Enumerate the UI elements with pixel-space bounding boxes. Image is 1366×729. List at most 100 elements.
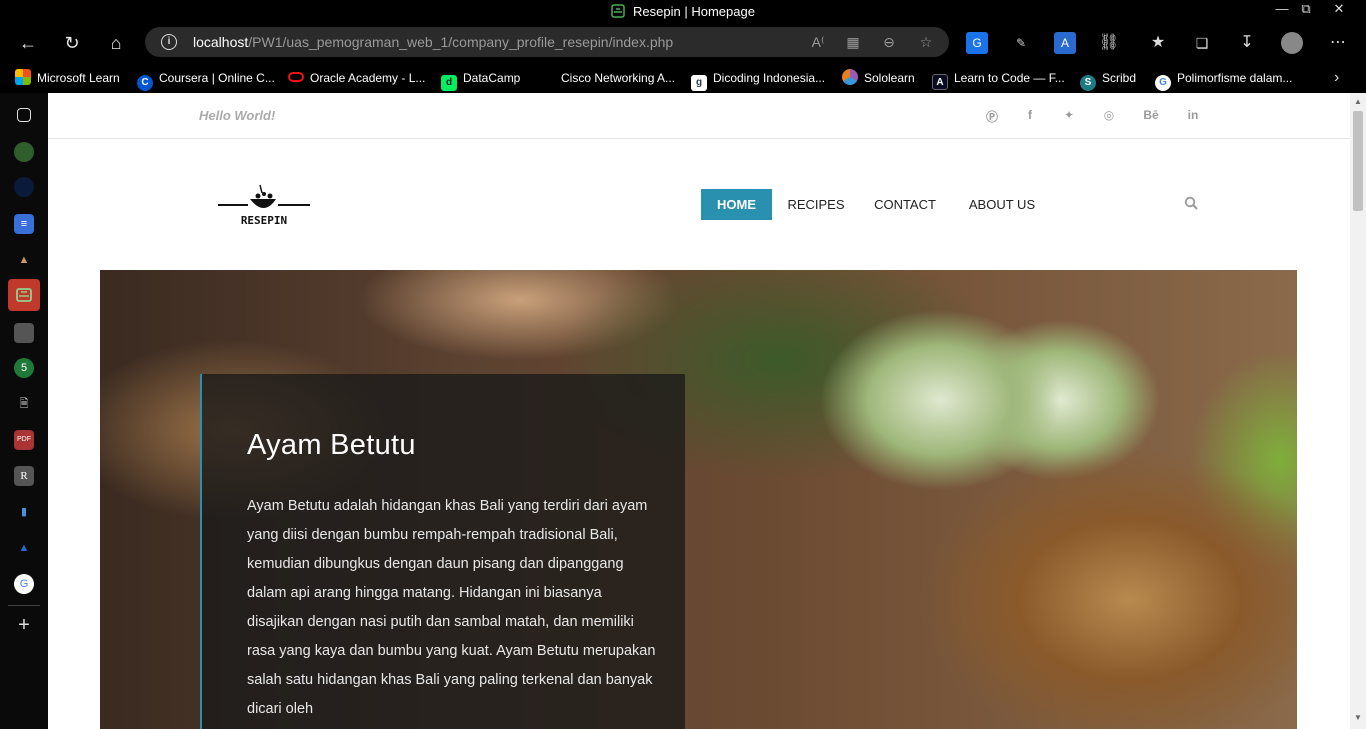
read-aloud-icon[interactable]: A⁽ [807,32,829,54]
docs-app-icon[interactable]: ≡ [14,214,34,234]
sidebar-app-icon[interactable]: R [14,466,34,486]
bookmark-label: Learn to Code — F... [954,71,1065,85]
sidebar-app-icon[interactable]: ▲ [14,250,34,270]
sidebar-app-icon[interactable] [14,142,34,162]
url-path: /PW1/uas_pemograman_web_1/company_profil… [248,34,674,50]
bookmark-item[interactable]: C Coursera | Online C... [137,67,275,91]
site-tagline: Hello World! [199,108,276,123]
add-favorite-icon[interactable]: ☆ [915,32,937,54]
cisco-icon [539,69,555,85]
bookmarks-bar: Microsoft Learn C Coursera | Online C... … [0,62,1366,93]
oracle-icon [288,72,304,82]
bookmark-label: Oracle Academy - L... [310,71,426,85]
bookmark-item[interactable]: d DataCamp [441,67,521,91]
translate-extension-icon[interactable]: G [966,32,988,54]
immersive-reader-icon[interactable]: ▦ [842,32,864,54]
bookmark-label: Microsoft Learn [37,71,120,85]
hero-description: Ayam Betutu adalah hidangan khas Bali ya… [247,498,656,717]
scribd-icon: S [1080,75,1096,91]
window-title-text: Resepin | Homepage [633,4,755,19]
bookmark-item[interactable]: Cisco Networking A... [539,67,675,89]
web-page: Hello World! Ⓟ f ✦ ◎ Bē in RESEPIN HOME … [48,93,1350,729]
profile-avatar[interactable] [1281,32,1303,54]
hero-banner: Ayam Betutu Ayam Betutu adalah hidangan … [100,270,1297,729]
datacamp-icon: d [441,75,457,91]
bookmark-label: Polimorfisme dalam... [1177,71,1293,85]
more-menu-icon[interactable]: ⋯ [1327,32,1349,54]
facebook-icon[interactable]: f [1020,108,1040,122]
behance-icon[interactable]: Bē [1141,108,1161,122]
resepin-favicon-icon [16,288,32,302]
zoom-icon[interactable]: ⊖ [878,32,900,54]
site-logo[interactable]: RESEPIN [216,183,312,229]
restore-button[interactable]: ⧉ [1294,0,1318,24]
minimize-button[interactable]: — [1270,0,1294,24]
bookmark-label: Scribd [1102,71,1137,85]
document-icon[interactable]: 🗎 [14,394,34,414]
home-button[interactable]: ⌂ [101,28,131,58]
bookmark-item[interactable]: G Polimorfisme dalam... [1155,67,1293,91]
nav-contact[interactable]: CONTACT [868,189,942,220]
flame-icon[interactable]: ▲ [14,538,34,558]
pdf-icon[interactable]: PDF [14,430,34,450]
resepin-active-tab-icon[interactable] [8,279,40,311]
downloads-icon[interactable]: ↧ [1236,32,1258,54]
bookmark-item[interactable]: Oracle Academy - L... [288,67,425,89]
translator-extension-icon[interactable]: A [1054,32,1076,54]
scroll-down-arrow-icon[interactable]: ▼ [1353,713,1363,722]
file-icon[interactable]: ▮ [14,502,34,522]
address-url[interactable]: localhost/PW1/uas_pemograman_web_1/compa… [193,34,673,50]
nav-home[interactable]: HOME [701,189,772,220]
favorites-icon[interactable]: ★ [1147,32,1169,54]
nav-recipes[interactable]: RECIPES [783,189,849,220]
google-icon[interactable]: G [14,574,34,594]
bookmark-item[interactable]: Sololearn [842,67,915,89]
scroll-up-arrow-icon[interactable]: ▲ [1353,97,1363,106]
dicoding-icon: g [691,75,707,91]
window-titlebar: Resepin | Homepage — ⧉ ✕ [0,0,1366,24]
bookmark-label: Dicoding Indonesia... [713,71,826,85]
sidebar-app-icon[interactable]: 5 [14,358,34,378]
freecodecamp-icon: A [932,74,948,90]
bookmark-label: Cisco Networking A... [561,71,676,85]
logo-text: RESEPIN [240,214,288,227]
extensions-icon[interactable]: ⛓ [1098,32,1120,54]
tab-actions-icon[interactable] [17,108,31,122]
pinterest-icon[interactable]: Ⓟ [982,108,1002,125]
google-icon: G [1155,75,1171,91]
bookmark-label: Sololearn [864,71,915,85]
browser-toolbar: ← ↻ ⌂ i localhost/PW1/uas_pemograman_web… [0,24,1366,62]
scrollbar-thumb[interactable] [1353,111,1363,211]
address-bar[interactable]: i localhost/PW1/uas_pemograman_web_1/com… [145,27,949,57]
coursera-icon: C [137,75,153,91]
page-scrollbar[interactable]: ▲ ▼ [1350,93,1366,729]
close-button[interactable]: ✕ [1327,0,1351,24]
search-icon[interactable] [1184,196,1198,210]
nav-about-us[interactable]: ABOUT US [960,189,1044,220]
edit-extension-icon[interactable]: ✎ [1010,32,1032,54]
window-title: Resepin | Homepage [0,4,1366,19]
site-topbar: Hello World! Ⓟ f ✦ ◎ Bē in [48,93,1350,139]
twitter-icon[interactable]: ✦ [1059,108,1079,122]
bookmark-label: DataCamp [463,71,521,85]
sololearn-icon [842,69,858,85]
resepin-favicon-icon [611,4,625,18]
bookmark-item[interactable]: Microsoft Learn [15,67,120,89]
sidebar-divider [8,605,40,606]
bookmark-item[interactable]: A Learn to Code — F... [932,67,1065,90]
bookmark-item[interactable]: g Dicoding Indonesia... [691,67,826,91]
sidebar-app-icon[interactable] [14,177,34,197]
add-sidebar-icon[interactable]: + [14,615,34,635]
back-button[interactable]: ← [13,28,43,58]
bookmark-label: Coursera | Online C... [159,71,275,85]
bookmark-item[interactable]: S Scribd [1080,67,1137,91]
hero-caption-card: Ayam Betutu Ayam Betutu adalah hidangan … [200,374,685,729]
site-info-icon[interactable]: i [161,34,177,50]
linkedin-icon[interactable]: in [1183,108,1203,122]
sidebar-app-icon[interactable] [14,323,34,343]
hero-title: Ayam Betutu [247,429,416,461]
bookmarks-overflow-chevron-icon[interactable]: › [1334,67,1339,89]
dribbble-icon[interactable]: ◎ [1099,108,1119,122]
collections-icon[interactable]: ❏ [1191,32,1213,54]
refresh-button[interactable]: ↻ [57,28,87,58]
